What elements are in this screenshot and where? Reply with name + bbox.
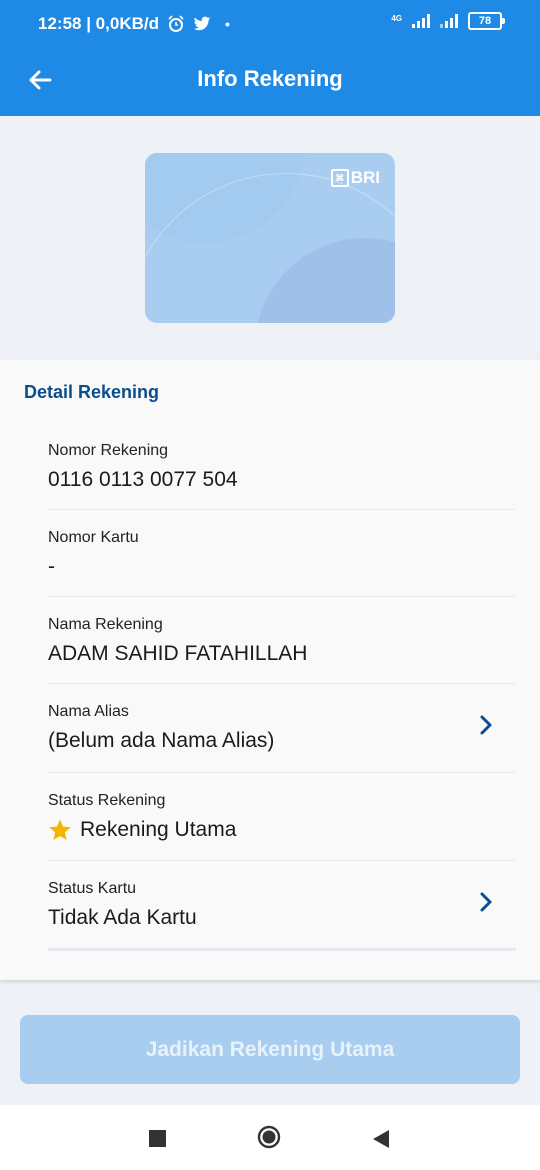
back-icon[interactable]	[372, 1129, 390, 1149]
row-value: Tidak Ada Kartu	[48, 906, 197, 929]
row-nama-rekening: Nama Rekening ADAM SAHID FATAHILLAH	[48, 596, 516, 684]
row-status-kartu[interactable]: Status Kartu Tidak Ada Kartu	[48, 860, 516, 948]
signal-icon-2	[440, 14, 458, 28]
status-time-speed: 12:58 | 0,0KB/d	[38, 14, 159, 33]
alarm-icon	[168, 15, 184, 32]
signal-icon	[412, 14, 430, 28]
star-icon	[49, 819, 71, 840]
chevron-right-icon[interactable]	[476, 890, 496, 914]
bri-logo: ⌘ BRI	[330, 168, 380, 188]
recents-icon[interactable]	[149, 1130, 166, 1147]
row-label: Status Rekening	[48, 792, 166, 809]
status-right: 4G 78	[391, 12, 505, 30]
row-label: Nama Alias	[48, 703, 129, 720]
battery-level: 78	[478, 15, 492, 27]
status-bar: 12:58 | 0,0KB/d • 4G 78	[0, 0, 540, 46]
row-nama-alias[interactable]: Nama Alias (Belum ada Nama Alias)	[48, 683, 516, 773]
row-nomor-kartu: Nomor Kartu -	[48, 509, 516, 597]
row-label: Nomor Kartu	[48, 529, 139, 546]
system-nav-bar	[0, 1105, 540, 1170]
app-bar: Info Rekening	[0, 46, 540, 116]
row-value: Rekening Utama	[80, 818, 237, 841]
row-label: Status Kartu	[48, 880, 137, 897]
row-value: 0116 0113 0077 504	[48, 468, 238, 491]
bank-card: ⌘ BRI	[145, 153, 395, 323]
status-left: 12:58 | 0,0KB/d •	[38, 14, 230, 34]
row-value-wrap: Rekening Utama	[48, 818, 236, 842]
card-area: ⌘ BRI	[0, 116, 540, 360]
divider	[48, 948, 516, 951]
twitter-icon	[193, 16, 211, 31]
battery-icon: 78	[468, 12, 505, 30]
row-label: Nomor Rekening	[48, 442, 169, 459]
bri-logo-mark: ⌘	[330, 169, 349, 187]
row-value: -	[48, 555, 55, 578]
detail-section: Detail Rekening Nomor Rekening 0116 0113…	[0, 360, 540, 980]
page-title: Info Rekening	[197, 66, 343, 91]
row-value: ADAM SAHID FATAHILLAH	[48, 642, 308, 665]
chevron-right-icon[interactable]	[476, 713, 496, 737]
home-icon[interactable]	[257, 1125, 281, 1149]
row-status-rekening: Status Rekening Rekening Utama	[48, 772, 516, 861]
row-value: (Belum ada Nama Alias)	[48, 729, 275, 752]
row-label: Nama Rekening	[48, 616, 163, 633]
section-title: Detail Rekening	[24, 382, 160, 402]
dot-icon: •	[224, 16, 230, 32]
network-label: 4G	[391, 13, 402, 23]
set-primary-account-button[interactable]: Jadikan Rekening Utama	[20, 1015, 520, 1084]
bri-logo-text: BRI	[350, 168, 380, 187]
row-nomor-rekening: Nomor Rekening 0116 0113 0077 504	[48, 422, 516, 510]
